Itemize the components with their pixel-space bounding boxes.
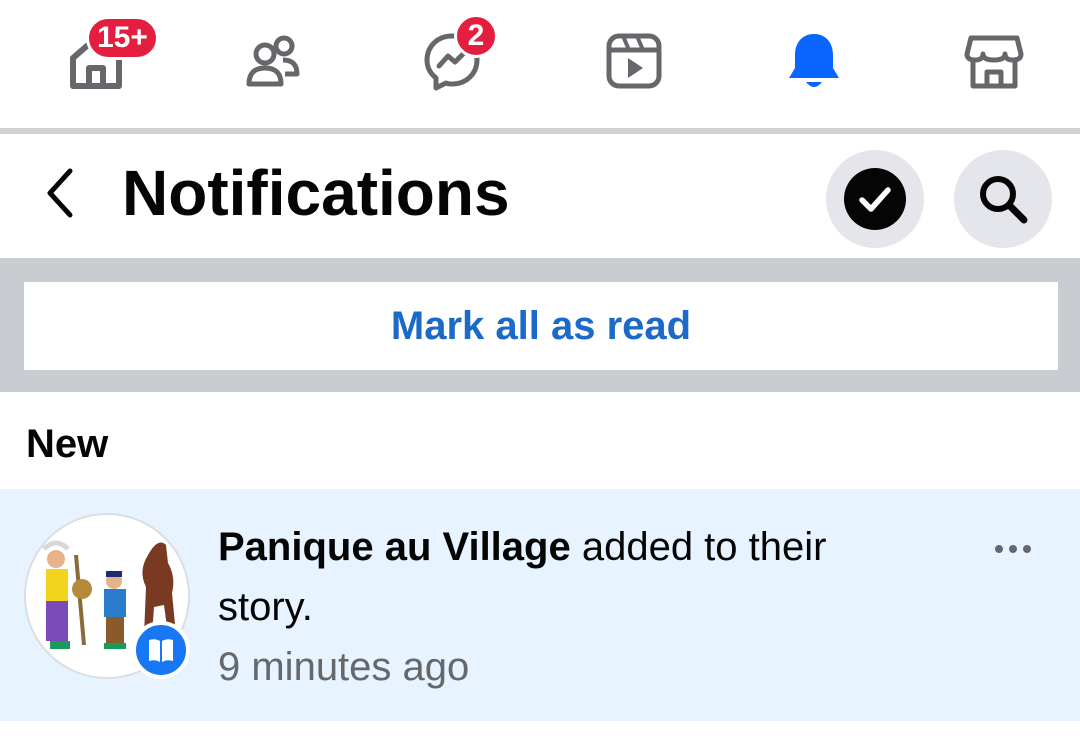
ellipsis-dot-icon [995, 545, 1003, 553]
notification-item[interactable]: Panique au Village added to their story.… [0, 489, 1080, 721]
story-book-icon [149, 639, 173, 662]
home-notification-badge: 15+ [86, 16, 159, 60]
messenger-notification-badge: 2 [454, 14, 498, 58]
mark-all-container: Mark all as read [0, 258, 1080, 392]
ellipsis-dot-icon [1009, 545, 1017, 553]
story-badge [132, 621, 190, 679]
search-button[interactable] [954, 150, 1052, 248]
video-icon [606, 33, 662, 89]
more-options-button[interactable] [988, 529, 1038, 569]
notification-timestamp: 9 minutes ago [218, 645, 470, 689]
nav-home[interactable]: 15+ [56, 16, 159, 96]
nav-video[interactable] [594, 26, 674, 96]
search-icon [980, 176, 1028, 224]
nav-marketplace[interactable] [954, 26, 1034, 96]
mark-all-as-read-button[interactable]: Mark all as read [24, 282, 1058, 370]
friends-icon [246, 35, 300, 87]
page-header: Notifications [0, 134, 1080, 258]
top-navigation-bar: 15+ 2 [0, 0, 1080, 128]
page-title: Notifications [122, 157, 510, 229]
mark-read-toggle-button[interactable] [826, 150, 924, 248]
nav-messenger[interactable]: 2 [412, 14, 498, 96]
notification-actor: Panique au Village [218, 525, 571, 569]
nav-friends[interactable] [232, 26, 312, 96]
ellipsis-dot-icon [1023, 545, 1031, 553]
chevron-left-icon [47, 168, 73, 218]
nav-notifications[interactable] [774, 26, 854, 96]
notification-text: Panique au Village added to their story. [218, 517, 918, 637]
notifications-bell-icon [789, 34, 839, 87]
checkmark-circle-icon [844, 168, 906, 230]
marketplace-icon [964, 35, 1024, 89]
back-button[interactable] [36, 162, 84, 224]
section-heading-new: New [26, 422, 109, 466]
